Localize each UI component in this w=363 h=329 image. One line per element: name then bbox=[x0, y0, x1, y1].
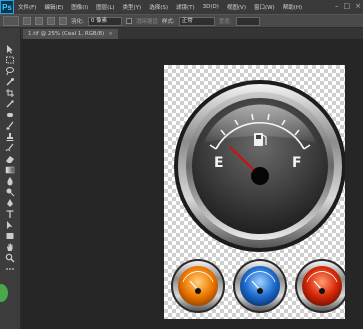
photoshop-logo: Ps bbox=[0, 0, 14, 14]
floating-widget-icon[interactable] bbox=[0, 284, 8, 302]
menu-window[interactable]: 窗口(W) bbox=[250, 3, 279, 11]
options-bar: 羽化: 0 像素 消除锯齿 样式: 正常 宽度: bbox=[0, 14, 363, 28]
intersect-selection-button[interactable] bbox=[59, 17, 67, 25]
type-icon[interactable] bbox=[5, 209, 15, 219]
eraser-icon[interactable] bbox=[5, 154, 15, 164]
feather-input[interactable]: 0 像素 bbox=[87, 16, 122, 26]
menu-edit[interactable]: 编辑(E) bbox=[40, 3, 67, 11]
move-icon[interactable] bbox=[5, 44, 15, 54]
document-tab-title: 1.tif @ 25% (Ceal 1, RGB/8) bbox=[28, 31, 105, 37]
small-gauge-orange bbox=[171, 259, 225, 313]
subtract-selection-button[interactable] bbox=[47, 17, 55, 25]
gauge-empty-label: E bbox=[214, 155, 224, 171]
pen-icon[interactable] bbox=[5, 198, 15, 208]
gauge-artwork: E F bbox=[171, 80, 345, 313]
more-tools-icon[interactable] bbox=[5, 264, 15, 274]
width-input[interactable] bbox=[235, 16, 260, 26]
dodge-icon[interactable] bbox=[5, 187, 15, 197]
style-select[interactable]: 正常 bbox=[178, 16, 215, 26]
blur-icon[interactable] bbox=[5, 176, 15, 186]
menu-type[interactable]: 类型(Y) bbox=[119, 3, 146, 11]
maximize-icon[interactable]: □ bbox=[344, 2, 351, 10]
clone-stamp-icon[interactable] bbox=[5, 132, 15, 142]
document-canvas[interactable]: E F bbox=[164, 65, 345, 319]
tool-preset-picker[interactable] bbox=[3, 16, 19, 26]
document-tab-bar: 1.tif @ 25% (Ceal 1, RGB/8) × bbox=[21, 28, 363, 39]
antialias-checkbox[interactable] bbox=[125, 18, 132, 24]
menu-view[interactable]: 视图(V) bbox=[223, 3, 250, 11]
healing-brush-icon[interactable] bbox=[5, 110, 15, 120]
tab-close-icon[interactable]: × bbox=[108, 31, 113, 37]
gauge-full-label: F bbox=[292, 155, 302, 171]
window-controls: – □ × bbox=[335, 2, 361, 10]
crop-icon[interactable] bbox=[5, 88, 15, 98]
width-label: 宽度: bbox=[218, 19, 232, 25]
menu-image[interactable]: 图像(I) bbox=[67, 3, 92, 11]
quick-select-icon[interactable] bbox=[5, 77, 15, 87]
add-selection-button[interactable] bbox=[35, 17, 43, 25]
document-tab[interactable]: 1.tif @ 25% (Ceal 1, RGB/8) × bbox=[23, 29, 118, 39]
lasso-icon[interactable] bbox=[5, 66, 15, 76]
menu-select[interactable]: 选择(S) bbox=[145, 3, 172, 11]
small-gauge-red bbox=[295, 259, 345, 313]
menu-bar: Ps 文件(F) 编辑(E) 图像(I) 图层(L) 类型(Y) 选择(S) 滤… bbox=[0, 0, 363, 14]
gradient-icon[interactable] bbox=[5, 165, 15, 175]
marquee-icon[interactable] bbox=[5, 55, 15, 65]
minimize-icon[interactable]: – bbox=[335, 2, 339, 10]
antialias-label: 消除锯齿 bbox=[135, 19, 158, 25]
large-fuel-gauge: E F bbox=[174, 80, 345, 252]
style-label: 样式: bbox=[161, 19, 175, 25]
history-brush-icon[interactable] bbox=[5, 143, 15, 153]
path-select-icon[interactable] bbox=[5, 220, 15, 230]
close-icon[interactable]: × bbox=[355, 2, 361, 10]
hand-icon[interactable] bbox=[5, 242, 15, 252]
feather-label: 羽化: bbox=[71, 19, 84, 25]
small-gauge-blue bbox=[233, 259, 287, 313]
menu-layer[interactable]: 图层(L) bbox=[92, 3, 118, 11]
menu-filter[interactable]: 滤镜(T) bbox=[172, 3, 199, 11]
gauge-hub bbox=[251, 167, 269, 185]
new-selection-button[interactable] bbox=[23, 17, 31, 25]
menu-3d[interactable]: 3D(D) bbox=[199, 4, 223, 10]
eyedropper-icon[interactable] bbox=[5, 99, 15, 109]
menu-help[interactable]: 帮助(H) bbox=[279, 3, 306, 11]
menu-file[interactable]: 文件(F) bbox=[14, 3, 40, 11]
brush-icon[interactable] bbox=[5, 121, 15, 131]
tools-panel bbox=[0, 28, 21, 329]
zoom-icon[interactable] bbox=[5, 253, 15, 263]
shape-icon[interactable] bbox=[5, 231, 15, 241]
